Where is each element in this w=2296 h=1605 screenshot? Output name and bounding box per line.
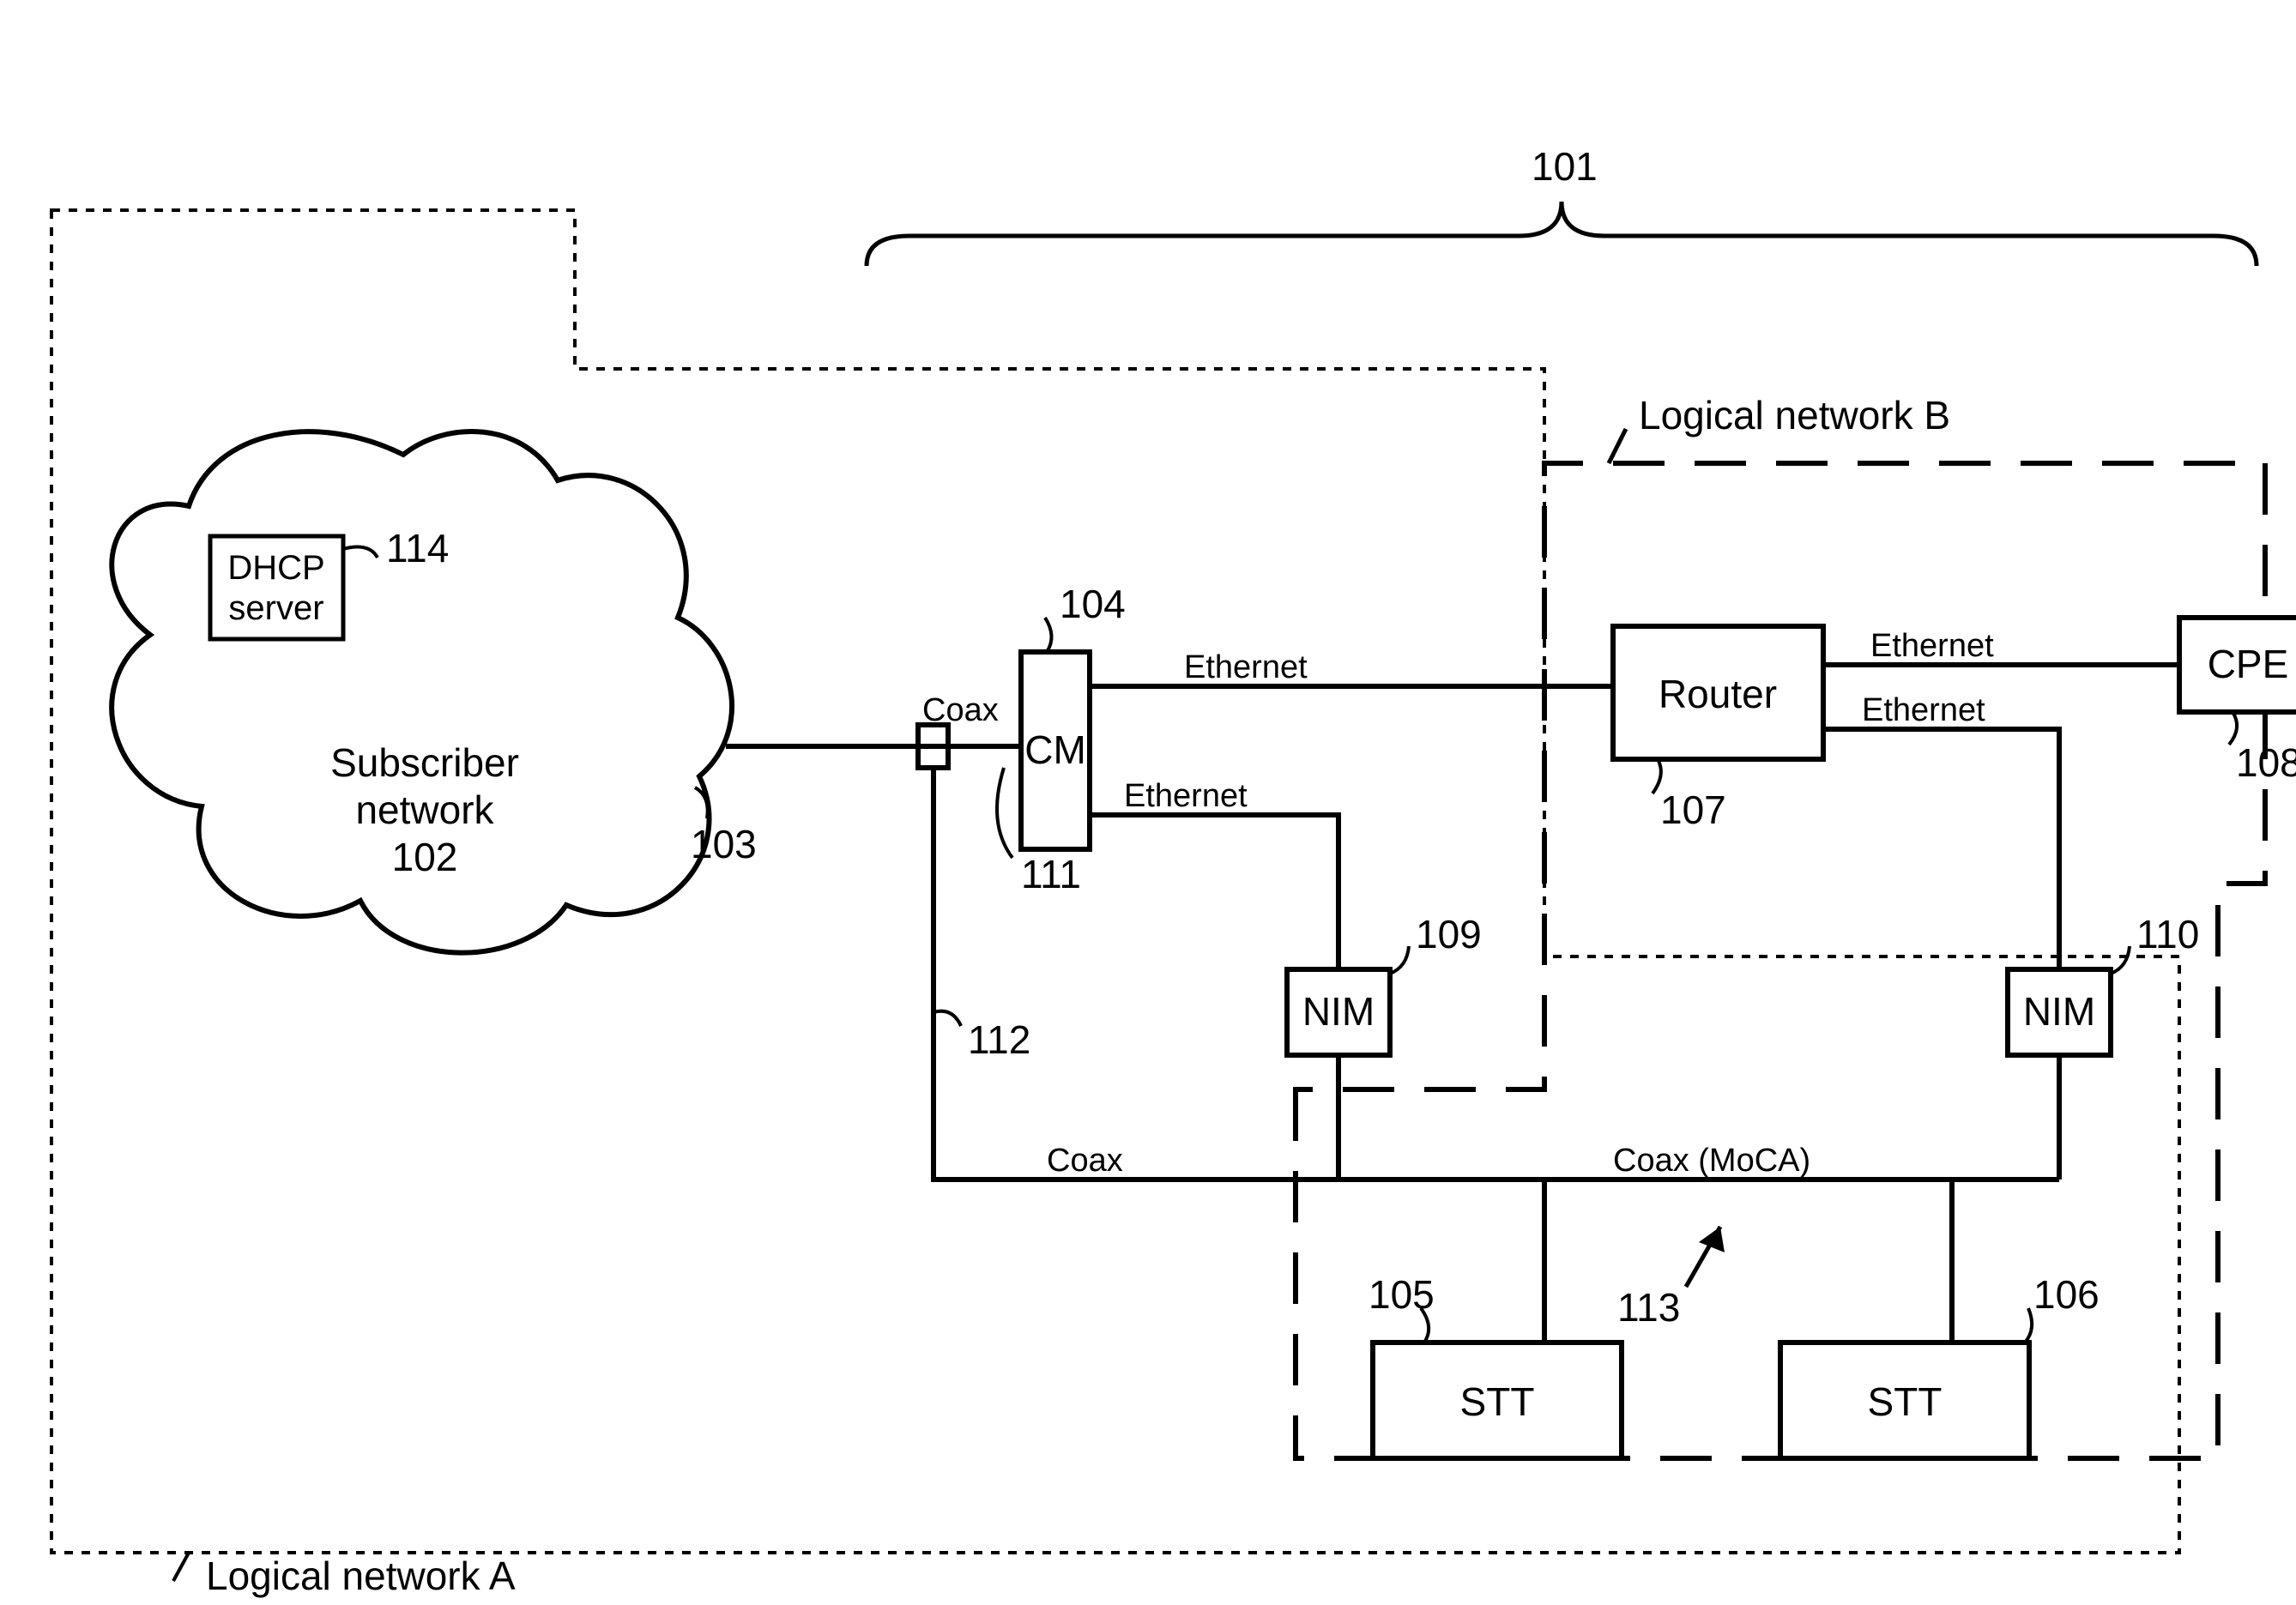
logical-network-b-label: Logical network B xyxy=(1639,393,1950,437)
cpe: CPE xyxy=(2179,618,2296,712)
svg-text:CM: CM xyxy=(1024,727,1086,772)
ref-110: 110 xyxy=(2136,912,2199,956)
ref-114: 114 xyxy=(386,526,449,570)
ref-112: 112 xyxy=(968,1017,1030,1062)
stt-105: STT xyxy=(1373,1343,1622,1458)
ref-103: 103 xyxy=(691,822,757,866)
logical-network-a-label: Logical network A xyxy=(206,1554,516,1598)
logical-network-b-boundary xyxy=(1296,463,2265,1458)
dhcp-server: DHCP server xyxy=(210,536,343,639)
svg-text:NIM: NIM xyxy=(2023,989,2095,1034)
svg-text:STT: STT xyxy=(1868,1379,1943,1424)
coax-in-label: Coax xyxy=(922,692,999,728)
nim-110: NIM xyxy=(2008,969,2111,1055)
svg-text:Router: Router xyxy=(1659,672,1777,716)
eth-cm-router: Ethernet xyxy=(1184,649,1308,685)
eth-router-cpe: Ethernet xyxy=(1870,628,1994,664)
svg-text:102: 102 xyxy=(392,835,458,879)
stt-106: STT xyxy=(1780,1343,2029,1458)
svg-text:STT: STT xyxy=(1460,1379,1535,1424)
ref-101: 101 xyxy=(1532,144,1598,189)
router: Router xyxy=(1613,626,1823,759)
eth-router-nim: Ethernet xyxy=(1862,692,1985,728)
ref-108: 108 xyxy=(2236,740,2296,785)
coax-moca-label: Coax (MoCA) xyxy=(1613,1143,1810,1179)
ref-106: 106 xyxy=(2033,1272,2100,1317)
svg-text:NIM: NIM xyxy=(1302,989,1375,1034)
svg-text:DHCP: DHCP xyxy=(227,549,324,587)
svg-text:network: network xyxy=(355,787,494,832)
ref-104: 104 xyxy=(1060,582,1126,626)
brace-101: 101 xyxy=(867,144,2257,266)
subscriber-network-cloud: Subscriber network 102 xyxy=(112,431,732,953)
ref-107: 107 xyxy=(1660,787,1726,832)
ref-113-arrow xyxy=(1686,1227,1725,1287)
nim-109: NIM xyxy=(1287,969,1390,1055)
ref-113: 113 xyxy=(1617,1285,1680,1330)
ref-109: 109 xyxy=(1416,912,1482,956)
ref-111: 111 xyxy=(1021,852,1081,896)
coax-bottom-label: Coax xyxy=(1047,1143,1123,1179)
svg-text:server: server xyxy=(228,589,323,627)
cable-modem: CM xyxy=(1021,652,1090,849)
eth-cm-nim: Ethernet xyxy=(1124,778,1248,814)
svg-text:Subscriber: Subscriber xyxy=(330,740,519,785)
ref-105: 105 xyxy=(1369,1272,1435,1317)
svg-text:CPE: CPE xyxy=(2208,642,2289,686)
